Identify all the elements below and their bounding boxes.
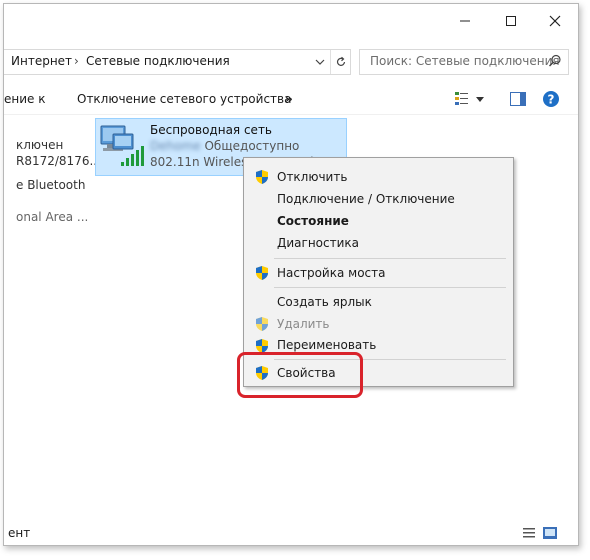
preview-pane-icon[interactable]	[510, 92, 526, 106]
maximize-button[interactable]	[488, 4, 534, 37]
explorer-window: Интернет › Сетевые подключения Поиск: Се…	[3, 3, 579, 546]
status-bar: ент	[4, 521, 578, 545]
command-bar: ение к Отключение сетевого устройства » …	[4, 84, 578, 115]
network-name-blurred: Dehome	[150, 139, 201, 153]
menu-item-connect-disconnect[interactable]: Подключение / Отключение	[277, 192, 455, 206]
menu-item-status[interactable]: Состояние	[277, 214, 349, 228]
search-box[interactable]: Поиск: Сетевые подключения	[359, 49, 569, 75]
details-view-icon[interactable]	[522, 526, 536, 540]
menu-item-create-shortcut[interactable]: Создать ярлык	[277, 295, 372, 309]
close-icon	[549, 15, 561, 26]
breadcrumb-network-connections[interactable]: Сетевые подключения	[86, 54, 230, 68]
view-dropdown-icon[interactable]	[476, 97, 484, 102]
uac-shield-icon	[256, 317, 268, 331]
cmd-disconnect-device[interactable]: Отключение сетевого устройства	[77, 92, 291, 106]
menu-separator	[274, 258, 506, 259]
wireless-connection-name: Беспроводная сеть	[150, 123, 273, 137]
title-bar	[4, 4, 578, 37]
left-item-adapter: R8172/8176...	[16, 154, 101, 168]
menu-item-rename[interactable]: Переименовать	[277, 338, 376, 352]
address-bar[interactable]: Интернет › Сетевые подключения	[4, 49, 351, 75]
left-item-status: ключен	[16, 138, 64, 152]
uac-shield-icon	[256, 266, 268, 280]
menu-item-diagnose[interactable]: Диагностика	[277, 236, 359, 250]
large-icons-view-icon[interactable]	[542, 525, 558, 541]
help-icon[interactable]: ?	[542, 90, 560, 108]
minimize-icon	[460, 20, 470, 21]
cmd-partial[interactable]: ение к	[4, 92, 45, 106]
uac-shield-icon	[256, 170, 268, 184]
minimize-button[interactable]	[442, 4, 488, 37]
status-text: ент	[8, 526, 31, 540]
menu-item-bridge[interactable]: Настройка моста	[277, 266, 385, 280]
menu-item-disable[interactable]: Отключить	[277, 170, 347, 184]
wireless-status: Dehome Общедоступно	[150, 139, 299, 153]
view-options-icon[interactable]	[454, 91, 470, 107]
more-commands-button[interactable]: »	[285, 92, 293, 106]
wireless-network-icon	[100, 125, 144, 166]
network-type: Общедоступно	[204, 139, 300, 153]
left-item-bluetooth[interactable]: е Bluetooth	[16, 178, 85, 192]
breadcrumb-separator[interactable]: ›	[74, 54, 79, 68]
properties-highlight-frame	[237, 352, 363, 398]
svg-text:?: ?	[548, 93, 555, 107]
address-dropdown-button[interactable]	[310, 50, 330, 74]
left-item-pan: onal Area ...	[16, 210, 89, 224]
breadcrumb-internet[interactable]: Интернет	[11, 54, 72, 68]
refresh-icon	[336, 56, 346, 66]
maximize-icon	[506, 15, 516, 26]
menu-separator	[274, 287, 506, 288]
search-icon[interactable]	[548, 54, 562, 68]
search-placeholder[interactable]: Поиск: Сетевые подключения	[370, 54, 560, 68]
close-button[interactable]	[532, 4, 578, 37]
chevron-down-icon	[315, 59, 325, 65]
menu-item-delete: Удалить	[277, 317, 330, 331]
refresh-button[interactable]	[330, 50, 351, 74]
